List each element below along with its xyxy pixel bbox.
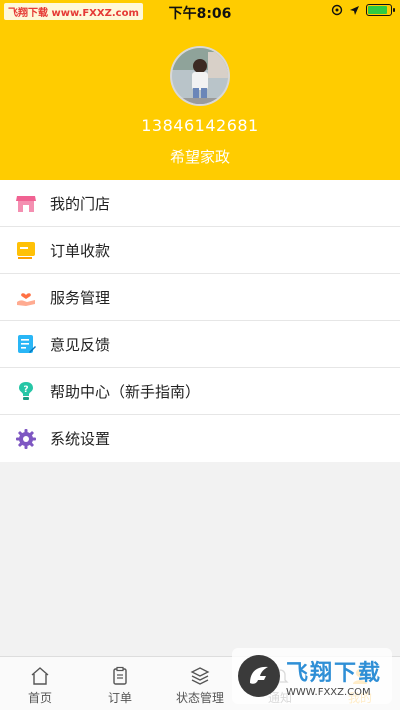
menu-item-feedback[interactable]: 意见反馈 [0,321,400,368]
watermark-overlay: 飞翔下载 WWW.FXXZ.COM [232,648,392,704]
menu-item-help-center[interactable]: ? 帮助中心（新手指南） [0,368,400,415]
tab-label: 首页 [27,691,52,705]
layers-icon [190,667,210,685]
tab-label: 订单 [107,691,132,705]
service-hand-icon [14,285,38,309]
menu-label: 服务管理 [50,288,111,307]
menu-label: 帮助中心（新手指南） [50,382,201,401]
avatar[interactable] [170,46,230,106]
store-icon [14,191,38,215]
user-phone: 13846142681 [141,116,259,135]
clipboard-icon [113,666,127,685]
menu-label: 我的门店 [50,194,111,213]
orientation-lock-icon [331,4,343,16]
home-icon [31,667,49,685]
menu-label: 订单收款 [50,241,111,260]
watermark-url: WWW.FXXZ.COM [286,686,371,698]
menu-label: 系统设置 [50,430,111,448]
profile-header: 飞翔下载 www.FXXZ.com 下午8:06 13846142681 希望家… [0,0,400,180]
tab-label: 状态管理 [175,691,224,705]
svg-text:?: ? [23,385,28,395]
gear-icon [14,427,38,451]
menu-item-system-settings[interactable]: 系统设置 [0,415,400,462]
watermark-logo-icon [238,655,280,697]
menu-item-order-payment[interactable]: 订单收款 [0,227,400,274]
status-icons [331,4,395,16]
company-name: 希望家政 [169,148,230,166]
help-icon: ? [14,379,38,403]
tab-orders[interactable]: 订单 [80,657,160,710]
tab-home[interactable]: 首页 [0,657,80,710]
location-icon [350,5,359,15]
battery-icon [366,4,395,16]
menu-label: 意见反馈 [50,335,111,354]
menu-item-service-management[interactable]: 服务管理 [0,274,400,321]
payment-icon [14,238,38,262]
feedback-icon [14,332,38,356]
settings-menu: 我的门店 订单收款 服务管理 意见反馈 ? 帮助中心（新手指南） 系统设置 [0,180,400,462]
watermark-brand: 飞翔下载 [286,660,383,686]
status-bar: 飞翔下载 www.FXXZ.com 下午8:06 [0,0,400,24]
menu-item-my-store[interactable]: 我的门店 [0,180,400,227]
tab-status-management[interactable]: 状态管理 [160,657,240,710]
